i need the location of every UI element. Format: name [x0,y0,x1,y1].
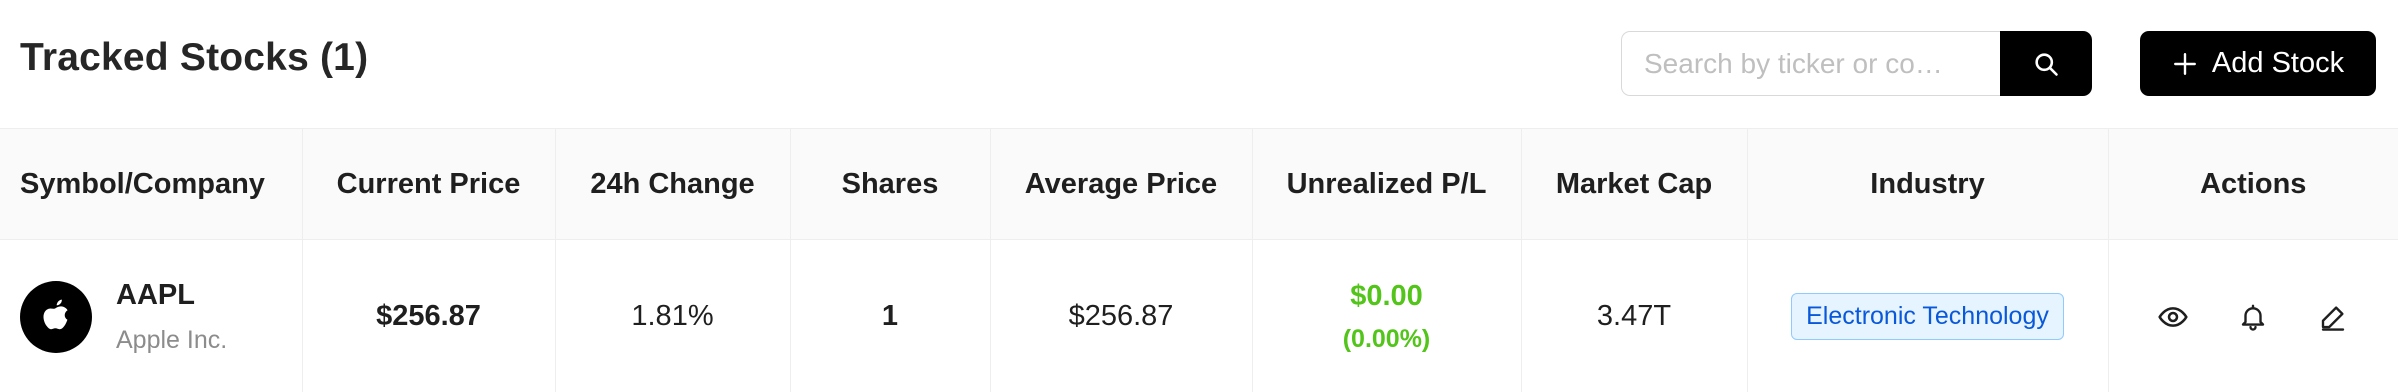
search-input[interactable] [1621,31,2000,96]
shares: 1 [789,239,990,392]
col-industry[interactable]: Industry [1746,128,2108,240]
stocks-table: Symbol/Company Current Price 24h Change … [0,128,2398,392]
search-button[interactable] [2000,31,2092,96]
actions-cell [2107,239,2398,392]
industry-cell: Electronic Technology [1746,239,2108,392]
col-shares[interactable]: Shares [789,128,990,240]
view-button[interactable] [2155,299,2191,335]
search-group [1621,31,2092,96]
edit-button[interactable] [2315,299,2351,335]
search-icon [2035,52,2058,76]
col-24h-change[interactable]: 24h Change [554,128,790,240]
page-header: Tracked Stocks (1) Add Stock [0,0,2398,128]
change-24h: 1.81% [554,239,790,392]
company-name: Apple Inc. [116,325,228,354]
industry-tag: Electronic Technology [1791,293,2064,341]
eye-icon [2158,306,2188,327]
unrealized-pl-value: $0.00 [1350,279,1423,312]
table-header-row: Symbol/Company Current Price 24h Change … [0,128,2398,240]
alert-button[interactable] [2235,299,2271,335]
edit-icon [2322,306,2345,331]
col-average-price[interactable]: Average Price [989,128,1252,240]
unrealized-pl-cell: $0.00 (0.00%) [1251,239,1521,392]
bell-icon [2242,304,2265,331]
table-row[interactable]: AAPL Apple Inc. $256.87 1.81% 1 $256.87 … [0,239,2398,392]
plus-icon [2173,52,2196,75]
col-market-cap[interactable]: Market Cap [1520,128,1747,240]
page-title: Tracked Stocks (1) [20,36,369,79]
unrealized-pl-percent: (0.00%) [1342,324,1431,353]
apple-logo-icon [20,280,92,353]
ticker-symbol: AAPL [116,278,195,311]
average-price: $256.87 [989,239,1252,392]
col-unrealized-pl[interactable]: Unrealized P/L [1251,128,1521,240]
col-symbol-company[interactable]: Symbol/Company [0,128,302,240]
add-stock-label: Add Stock [2211,47,2345,79]
symbol-cell: AAPL Apple Inc. [0,240,302,392]
current-price: $256.87 [301,239,555,392]
market-cap: 3.47T [1520,239,1747,392]
add-stock-button[interactable]: Add Stock [2140,31,2376,96]
col-actions: Actions [2107,128,2398,240]
col-current-price[interactable]: Current Price [301,128,555,240]
